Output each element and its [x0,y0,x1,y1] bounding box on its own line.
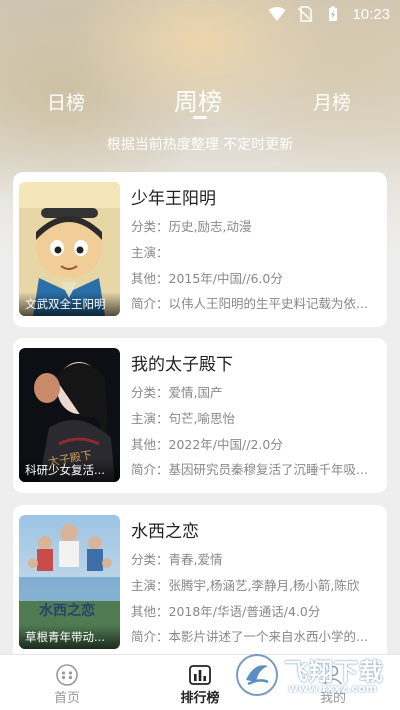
rank-chart-icon [189,665,211,685]
poster-caption: 文武双全王阳明 [19,292,120,316]
tab-day[interactable]: 日榜 [47,88,85,115]
nav-home[interactable]: 首页 [17,655,117,710]
rank-tabs: 日榜 周榜 月榜 [0,78,400,122]
movie-genre: 分类：爱情,国产 [131,385,223,400]
wifi-icon [268,7,286,21]
battery-charging-icon [329,6,338,21]
rank-subtitle: 根据当前热度整理 不定时更新 [106,137,294,153]
gamepad-icon [56,664,78,686]
movie-other: 其他：2015年/中国//6.0分 [131,271,283,286]
movie-intro: 简介：本影片讲述了一个来自水西小学的... [131,629,368,644]
movie-poster[interactable]: 文武双全王阳明 [19,182,120,316]
nav-home-label: 首页 [53,691,80,706]
movie-other: 其他：2018年/华语/普通话/4.0分 [131,604,321,619]
poster-caption: 科研少女复活... [19,458,120,482]
movie-genre: 分类：历史,励志,动漫 [131,219,252,234]
movie-genre: 分类：青春,爱情 [131,552,223,567]
movie-card[interactable]: 文武双全王阳明 少年王阳明 分类：历史,励志,动漫 主演： 其他：2015年/中… [13,172,387,327]
movie-title[interactable]: 水西之恋 [131,517,199,542]
svg-text:水西之恋: 水西之恋 [39,602,95,619]
watermark-url: www.fxxz.com [288,682,378,695]
status-time: 10:23 [352,5,390,23]
movie-cast: 主演： [131,245,169,260]
movie-intro: 简介：以伟人王阳明的生平史料记载为依... [131,296,368,311]
movie-other: 其他：2022年/中国//2.0分 [131,437,283,452]
movie-poster[interactable]: 水西之恋 草根青年带动... [19,515,120,649]
tab-week[interactable]: 周榜 [174,82,222,117]
movie-card[interactable]: 太子殿下 科研少女复活... 我的太子殿下 分类：爱情,国产 主演：句芒,喻思怡… [13,338,387,493]
movie-intro: 简介：基因研究员秦穆复活了沉睡千年吸... [131,462,368,477]
tab-month[interactable]: 月榜 [313,88,351,115]
movie-poster[interactable]: 太子殿下 科研少女复活... [19,348,120,482]
status-bar: 10:23 [0,0,400,28]
site-watermark: 飞翔下载 www.fxxz.com [232,650,392,702]
no-sim-icon [297,6,313,22]
active-tab-indicator [193,116,207,119]
poster-caption: 草根青年带动... [19,625,120,649]
movie-cast: 主演：句芒,喻思怡 [131,411,235,426]
movie-cast: 主演：张腾宇,杨涵艺,李静月,杨小箭,陈欣 [131,578,360,593]
movie-title[interactable]: 我的太子殿下 [131,350,233,375]
movie-title[interactable]: 少年王阳明 [131,184,216,209]
movie-card[interactable]: 水西之恋 草根青年带动... 水西之恋 分类：青春,爱情 主演：张腾宇,杨涵艺,… [13,505,387,660]
watermark-logo-icon [236,654,278,696]
